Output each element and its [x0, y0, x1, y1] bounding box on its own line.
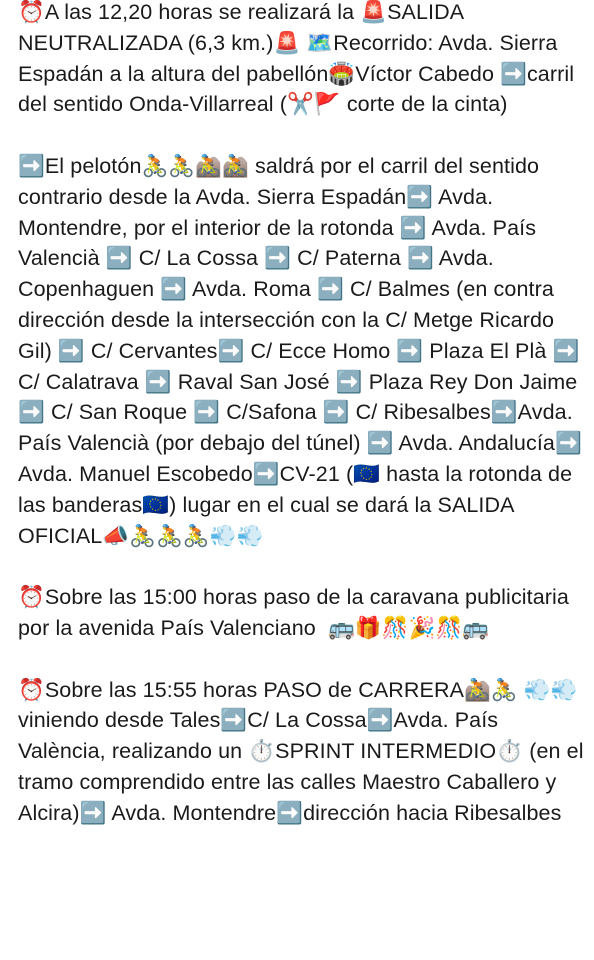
- paragraph-caravana-publicitaria: ⏰Sobre las 15:00 horas paso de la carava…: [18, 585, 576, 640]
- message-body: ⏰A las 12,20 horas se realizará la 🚨SALI…: [18, 0, 584, 859]
- paragraph-paso-carrera: ⏰Sobre las 15:55 horas PASO de CARRERA🚵🚴…: [18, 677, 590, 825]
- paragraph-salida-neutralizada: ⏰A las 12,20 horas se realizará la 🚨SALI…: [18, 0, 581, 117]
- bottom-edge: [0, 948, 594, 960]
- paragraph-recorrido-peloton: ➡️El pelotón🚴🚴🚵🚵 saldrá por el carril de…: [18, 153, 587, 548]
